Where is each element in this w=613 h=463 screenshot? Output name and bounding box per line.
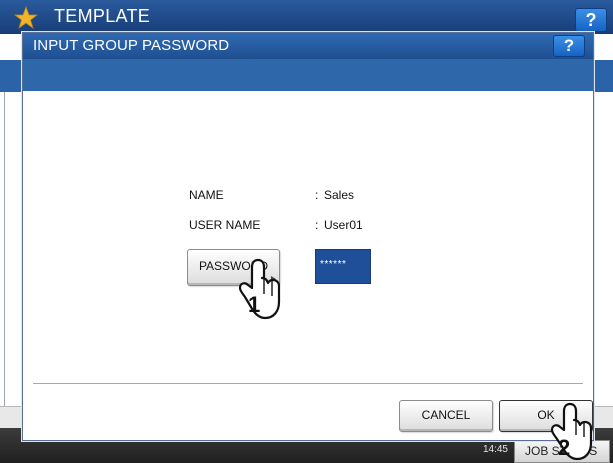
user-name-label: USER NAME (189, 218, 261, 232)
dialog-divider (33, 383, 583, 384)
password-field[interactable]: ****** (315, 249, 371, 284)
callout-step-2: 2 (558, 435, 570, 460)
user-name-value: User01 (324, 218, 363, 232)
background-divider (4, 92, 5, 412)
hand-pointer-icon: 1 (238, 258, 281, 320)
dialog-header-bar (23, 59, 593, 91)
dialog-title-bar: INPUT GROUP PASSWORD ? (23, 33, 593, 59)
hand-pointer-icon: 2 (550, 402, 593, 461)
star-icon (14, 6, 38, 30)
clock-time: 14:45 (482, 444, 508, 455)
user-name-colon: : (315, 218, 319, 232)
name-colon: : (315, 188, 319, 202)
input-group-password-dialog: INPUT GROUP PASSWORD ? NAME : Sales USER… (22, 32, 594, 441)
name-label: NAME (189, 188, 224, 202)
cancel-button[interactable]: CANCEL (399, 400, 493, 432)
background-title-bar: TEMPLATE ? (0, 0, 613, 34)
dialog-help-button[interactable]: ? (553, 35, 585, 57)
name-value: Sales (324, 188, 355, 202)
dialog-title: INPUT GROUP PASSWORD (33, 37, 230, 54)
background-help-button[interactable]: ? (575, 8, 607, 32)
background-title: TEMPLATE (54, 6, 151, 26)
callout-step-1: 1 (248, 292, 260, 317)
